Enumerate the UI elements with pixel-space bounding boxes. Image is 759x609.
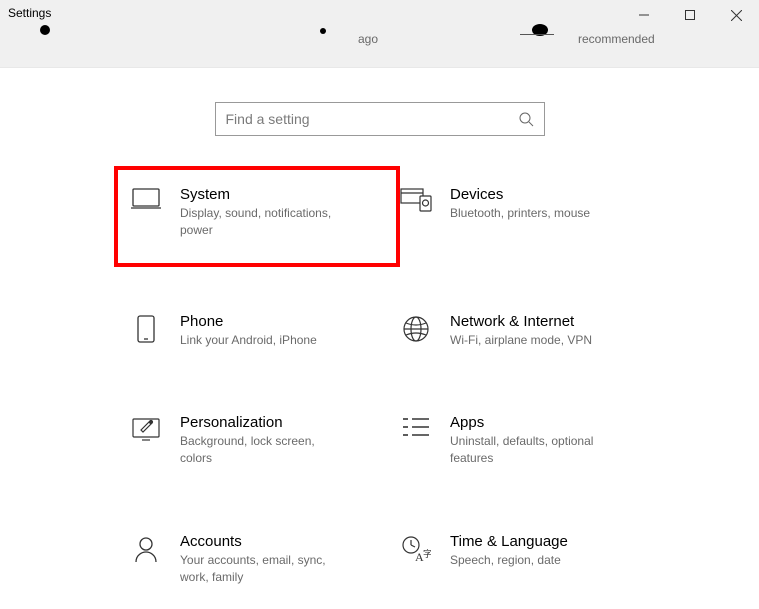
tile-devices[interactable]: Devices Bluetooth, printers, mouse <box>392 180 662 253</box>
devices-icon <box>396 186 436 212</box>
search-box[interactable] <box>215 102 545 136</box>
personalization-icon <box>126 414 166 442</box>
tile-personalization[interactable]: Personalization Background, lock screen,… <box>122 408 392 473</box>
tile-title: Personalization <box>180 414 348 431</box>
tile-title: Time & Language <box>450 533 568 550</box>
window-title: Settings <box>8 6 51 20</box>
svg-text:字: 字 <box>423 548 431 559</box>
header-extras: ago recommended <box>0 30 759 44</box>
close-button[interactable] <box>713 0 759 30</box>
header-extra-middle: ago <box>358 32 378 46</box>
tile-network[interactable]: Network & Internet Wi-Fi, airplane mode,… <box>392 307 662 355</box>
tile-subtitle: Link your Android, iPhone <box>180 332 317 349</box>
tile-title: Phone <box>180 313 317 330</box>
accounts-icon <box>126 533 166 563</box>
tile-subtitle: Display, sound, notifications, power <box>180 205 348 239</box>
tile-subtitle: Bluetooth, printers, mouse <box>450 205 590 222</box>
search-input[interactable] <box>226 103 518 135</box>
title-bar: Settings ago recommended <box>0 0 759 68</box>
tile-subtitle: Background, lock screen, colors <box>180 433 348 467</box>
minimize-icon <box>639 10 649 20</box>
apps-icon <box>396 414 436 438</box>
tile-subtitle: Your accounts, email, sync, work, family <box>180 552 348 586</box>
tile-subtitle: Wi-Fi, airplane mode, VPN <box>450 332 592 349</box>
maximize-icon <box>685 10 695 20</box>
tile-title: System <box>180 186 348 203</box>
tile-apps[interactable]: Apps Uninstall, defaults, optional featu… <box>392 408 662 473</box>
search-wrap <box>0 102 759 136</box>
close-icon <box>731 10 742 21</box>
phone-icon <box>126 313 166 343</box>
window-controls <box>621 0 759 30</box>
minimize-button[interactable] <box>621 0 667 30</box>
time-language-icon: A 字 <box>396 533 436 563</box>
tile-system[interactable]: System Display, sound, notifications, po… <box>114 166 400 267</box>
tile-phone[interactable]: Phone Link your Android, iPhone <box>122 307 392 355</box>
tile-title: Devices <box>450 186 590 203</box>
system-icon <box>126 186 166 210</box>
tile-subtitle: Uninstall, defaults, optional features <box>450 433 618 467</box>
search-icon <box>518 111 534 127</box>
header-extra-right: recommended <box>578 32 655 46</box>
tile-accounts[interactable]: Accounts Your accounts, email, sync, wor… <box>122 527 392 592</box>
tile-title: Apps <box>450 414 618 431</box>
toggle-icon <box>520 24 554 42</box>
tile-time-language[interactable]: A 字 Time & Language Speech, region, date <box>392 527 662 592</box>
tile-subtitle: Speech, region, date <box>450 552 568 569</box>
maximize-button[interactable] <box>667 0 713 30</box>
network-icon <box>396 313 436 343</box>
settings-grid: System Display, sound, notifications, po… <box>0 180 759 592</box>
tile-title: Network & Internet <box>450 313 592 330</box>
tile-title: Accounts <box>180 533 348 550</box>
